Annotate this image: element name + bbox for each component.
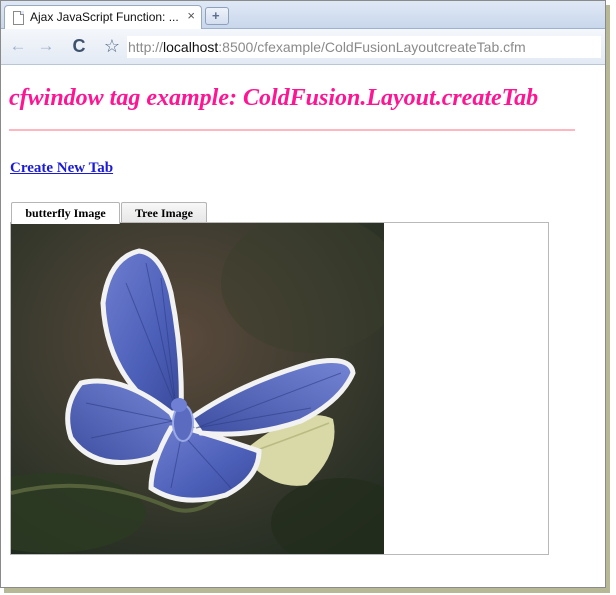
plus-icon: +	[212, 8, 220, 23]
forward-button[interactable]: →	[35, 36, 57, 56]
tab-butterfly-image[interactable]: butterfly Image	[11, 202, 120, 224]
tab-content-panel	[10, 222, 549, 555]
tab-strip: Ajax JavaScript Function: ... × +	[1, 1, 605, 29]
tab-tree-image[interactable]: Tree Image	[121, 202, 207, 223]
url-host: localhost	[163, 39, 219, 55]
page-title: cfwindow tag example: ColdFusion.Layout.…	[9, 85, 539, 111]
reload-button[interactable]: C	[67, 35, 91, 57]
url-path: :8500/cfexample/ColdFusionLayoutcreateTa…	[218, 39, 526, 55]
close-icon[interactable]: ×	[187, 9, 195, 23]
title-divider	[9, 129, 575, 131]
browser-window: Ajax JavaScript Function: ... × + ← → C …	[0, 0, 606, 588]
back-button[interactable]: ←	[7, 36, 29, 56]
create-new-tab-link[interactable]: Create New Tab	[10, 160, 113, 177]
browser-tab[interactable]: Ajax JavaScript Function: ... ×	[4, 5, 202, 29]
page-icon	[13, 11, 24, 25]
browser-tab-title: Ajax JavaScript Function: ...	[30, 10, 179, 24]
url-scheme: http://	[128, 39, 164, 55]
browser-toolbar: ← → C ☆ http://localhost:8500/cfexample/…	[1, 29, 605, 65]
page-content: cfwindow tag example: ColdFusion.Layout.…	[1, 65, 605, 587]
butterfly-photo	[11, 223, 384, 554]
bookmark-star-icon[interactable]: ☆	[101, 35, 123, 57]
address-bar[interactable]: http://localhost:8500/cfexample/ColdFusi…	[127, 36, 601, 58]
new-tab-button[interactable]: +	[205, 7, 229, 25]
